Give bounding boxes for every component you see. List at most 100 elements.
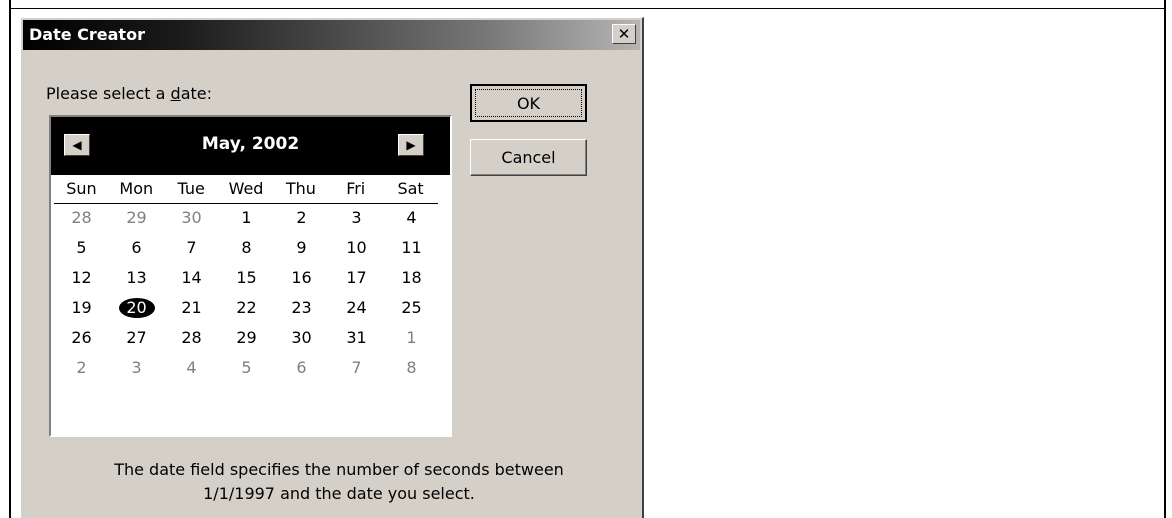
day-cell[interactable]: 2 — [274, 204, 329, 234]
date-creator-dialog: Date Creator ✕ Please select a date: OK … — [20, 17, 644, 518]
day-number: 5 — [76, 238, 87, 257]
day-cell[interactable]: 23 — [274, 294, 329, 324]
day-cell[interactable]: 30 — [164, 204, 219, 234]
day-cell[interactable]: 5 — [54, 234, 109, 264]
day-number: 22 — [236, 298, 257, 317]
day-cell[interactable]: 3 — [329, 204, 384, 234]
day-cell[interactable]: 16 — [274, 264, 329, 294]
day-number: 7 — [186, 238, 197, 257]
title-bar[interactable]: Date Creator ✕ — [23, 20, 640, 50]
day-number: 23 — [291, 298, 312, 317]
day-cell[interactable]: 5 — [219, 354, 274, 384]
day-cell[interactable]: 31 — [329, 324, 384, 354]
weekday-label: Thu — [285, 179, 316, 198]
day-cell[interactable]: 14 — [164, 264, 219, 294]
arrow-right-icon: ▶ — [406, 138, 416, 152]
day-cell[interactable]: 13 — [109, 264, 164, 294]
day-cell[interactable]: 4 — [384, 204, 439, 234]
day-number: 26 — [71, 328, 92, 347]
select-date-label: Please select a date: — [46, 84, 212, 103]
day-number: 5 — [241, 358, 252, 377]
calendar-week-row: 5 6 7 8 9 10 11 — [54, 234, 446, 264]
day-number: 20 — [118, 298, 155, 318]
day-cell[interactable]: 11 — [384, 234, 439, 264]
help-text: The date field specifies the number of s… — [61, 458, 617, 506]
weekday-label: Mon — [119, 179, 154, 198]
cancel-button[interactable]: Cancel — [470, 139, 587, 176]
day-cell[interactable]: 1 — [219, 204, 274, 234]
day-cell[interactable]: 22 — [219, 294, 274, 324]
day-cell[interactable]: 12 — [54, 264, 109, 294]
day-cell[interactable]: 25 — [384, 294, 439, 324]
day-cell[interactable]: 7 — [164, 234, 219, 264]
day-number: 24 — [346, 298, 367, 317]
day-cell[interactable]: 7 — [329, 354, 384, 384]
day-cell[interactable]: 6 — [109, 234, 164, 264]
ok-button-label: OK — [516, 93, 541, 113]
calendar-grid: Sun Mon Tue Wed Thu Fri Sat 28 29 30 1 2 3 4 5 6 7 8 9 10 1… — [54, 175, 446, 384]
day-cell[interactable]: 30 — [274, 324, 329, 354]
weekday-label: Wed — [228, 179, 264, 198]
day-cell[interactable]: 10 — [329, 234, 384, 264]
day-number: 11 — [401, 238, 422, 257]
day-cell[interactable]: 9 — [274, 234, 329, 264]
help-text-line-2: 1/1/1997 and the date you select. — [203, 484, 475, 503]
close-button[interactable]: ✕ — [612, 24, 636, 44]
day-cell[interactable]: 2 — [54, 354, 109, 384]
day-number: 30 — [181, 208, 202, 227]
day-number: 25 — [401, 298, 422, 317]
day-number: 2 — [296, 208, 307, 227]
day-cell[interactable]: 3 — [109, 354, 164, 384]
next-month-button[interactable]: ▶ — [398, 134, 424, 156]
day-cell[interactable]: 24 — [329, 294, 384, 324]
dialog-title: Date Creator — [29, 25, 145, 44]
weekday-header-row: Sun Mon Tue Wed Thu Fri Sat — [54, 175, 438, 204]
day-cell[interactable]: 29 — [219, 324, 274, 354]
day-number: 30 — [291, 328, 312, 347]
close-icon: ✕ — [617, 25, 631, 43]
day-cell[interactable]: 28 — [54, 204, 109, 234]
day-number: 8 — [241, 238, 252, 257]
day-number: 2 — [76, 358, 87, 377]
help-text-line-1: The date field specifies the number of s… — [114, 460, 564, 479]
day-number: 6 — [131, 238, 142, 257]
weekday-label: Sat — [397, 179, 424, 198]
day-number: 1 — [241, 208, 252, 227]
month-year-label[interactable]: May, 2002 — [51, 134, 450, 154]
day-number: 18 — [401, 268, 422, 287]
day-cell[interactable]: 21 — [164, 294, 219, 324]
day-cell[interactable]: 26 — [54, 324, 109, 354]
calendar-week-row: 2 3 4 5 6 7 8 — [54, 354, 446, 384]
document-border-right — [1164, 0, 1166, 518]
month-calendar[interactable]: ◀ May, 2002 ▶ Sun Mon Tue Wed Thu Fri Sat 28 29… — [49, 115, 452, 437]
day-number: 29 — [236, 328, 257, 347]
document-border-top — [9, 8, 1166, 9]
day-cell[interactable]: 8 — [384, 354, 439, 384]
day-number: 17 — [346, 268, 367, 287]
day-number: 27 — [126, 328, 147, 347]
day-cell[interactable]: 29 — [109, 204, 164, 234]
day-cell[interactable]: 4 — [164, 354, 219, 384]
selected-day-cell[interactable]: 20 — [109, 294, 164, 324]
ok-button[interactable]: OK — [470, 84, 587, 122]
day-cell[interactable]: 6 — [274, 354, 329, 384]
day-cell[interactable]: 15 — [219, 264, 274, 294]
day-number: 21 — [181, 298, 202, 317]
day-number: 15 — [236, 268, 257, 287]
day-cell[interactable]: 28 — [164, 324, 219, 354]
day-cell[interactable]: 1 — [384, 324, 439, 354]
day-cell[interactable]: 17 — [329, 264, 384, 294]
day-number: 1 — [406, 328, 417, 347]
day-number: 10 — [346, 238, 367, 257]
day-cell[interactable]: 19 — [54, 294, 109, 324]
day-cell[interactable]: 8 — [219, 234, 274, 264]
day-number: 31 — [346, 328, 367, 347]
calendar-week-row: 12 13 14 15 16 17 18 — [54, 264, 446, 294]
day-number: 9 — [296, 238, 307, 257]
day-cell[interactable]: 27 — [109, 324, 164, 354]
day-number: 13 — [126, 268, 147, 287]
day-number: 3 — [131, 358, 142, 377]
weekday-label: Sun — [66, 179, 97, 198]
day-number: 29 — [126, 208, 147, 227]
day-cell[interactable]: 18 — [384, 264, 439, 294]
